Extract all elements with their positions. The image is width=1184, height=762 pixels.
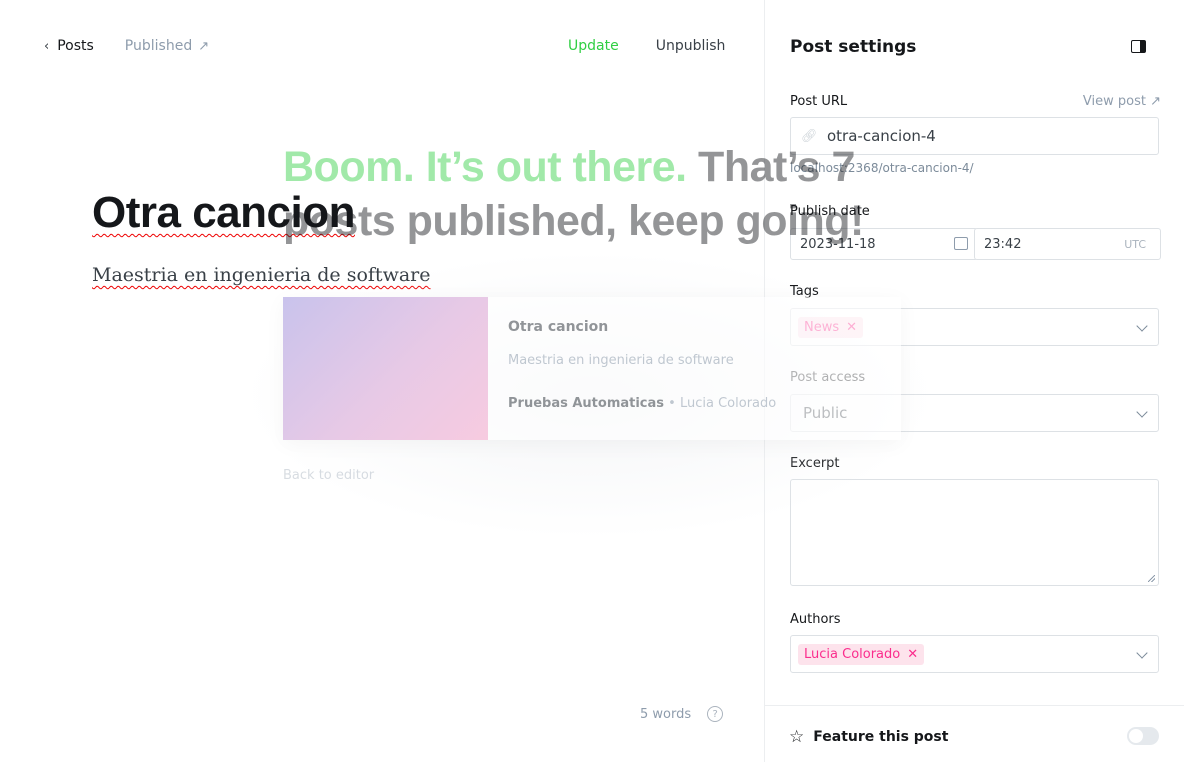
star-icon: ☆ xyxy=(789,727,805,747)
remove-tag-icon[interactable]: ✕ xyxy=(846,320,857,335)
publish-time-input[interactable]: 23:42 UTC xyxy=(974,228,1161,260)
post-title-text: Otra cancion xyxy=(92,188,355,237)
post-url-label: Post URL xyxy=(790,94,848,109)
divider xyxy=(765,705,1184,706)
help-icon[interactable]: ? xyxy=(707,706,724,722)
settings-title: Post settings xyxy=(790,37,917,57)
word-count-label: 5 words xyxy=(640,706,692,722)
link-icon: 🔗︎ xyxy=(801,128,818,144)
feature-post-toggle[interactable] xyxy=(1127,727,1159,745)
publish-time-value: 23:42 xyxy=(984,236,1022,252)
post-url-hint: localhost:2368/otra-cancion-4/ xyxy=(790,161,974,175)
author-token-label: Lucia Colorado xyxy=(804,646,901,662)
editor-topbar-left: ‹ Posts Published ↗ xyxy=(44,38,209,54)
unpublish-button[interactable]: Unpublish xyxy=(656,38,726,54)
chevron-down-icon[interactable] xyxy=(1136,647,1148,659)
editor-area: ‹ Posts Published ↗ Update Unpublish Otr… xyxy=(0,0,764,762)
post-access-value: Public xyxy=(803,404,848,422)
update-button[interactable]: Update xyxy=(568,38,619,54)
remove-author-icon[interactable]: ✕ xyxy=(907,647,918,662)
sidebar-toggle-icon[interactable] xyxy=(1131,40,1146,53)
feature-post-row[interactable]: ☆ Feature this post xyxy=(789,727,948,747)
editor-topbar-right: Update Unpublish xyxy=(568,38,725,54)
post-body-input[interactable]: Maestria en ingenieria de software xyxy=(92,264,430,286)
view-post-label: View post xyxy=(1082,94,1146,109)
publish-date-label: Publish date xyxy=(790,204,870,219)
publish-date-value: 2023-11-18 xyxy=(800,236,876,252)
authors-select[interactable]: Lucia Colorado ✕ xyxy=(790,635,1159,673)
timezone-label: UTC xyxy=(1124,237,1146,251)
post-body-text: Maestria en ingenieria de software xyxy=(92,264,431,286)
authors-label: Authors xyxy=(790,612,841,627)
post-url-input[interactable]: 🔗︎ otra-cancion-4 xyxy=(790,117,1159,155)
post-url-value: otra-cancion-4 xyxy=(827,127,936,145)
published-status-link[interactable]: Published ↗ xyxy=(125,38,209,54)
tag-token-label: News xyxy=(804,319,840,335)
tag-token[interactable]: News ✕ xyxy=(798,316,864,338)
post-access-label: Post access xyxy=(790,370,866,385)
chevron-left-icon: ‹ xyxy=(44,38,50,54)
excerpt-label: Excerpt xyxy=(790,456,840,471)
feature-post-label: Feature this post xyxy=(813,729,949,745)
author-token[interactable]: Lucia Colorado ✕ xyxy=(798,643,925,665)
excerpt-textarea[interactable] xyxy=(790,479,1159,586)
chevron-down-icon[interactable] xyxy=(1136,320,1148,332)
post-title-input[interactable]: Otra cancion xyxy=(92,188,355,238)
external-link-icon: ↗ xyxy=(1150,94,1161,109)
chevron-down-icon[interactable] xyxy=(1136,406,1148,418)
back-label: Posts xyxy=(57,38,94,54)
post-settings-panel: Post settings Post URL View post ↗ 🔗︎ ot… xyxy=(764,0,1184,762)
publish-date-input[interactable]: 2023-11-18 xyxy=(790,228,978,260)
word-count: 5 words ? xyxy=(640,706,724,722)
calendar-icon[interactable] xyxy=(954,237,968,250)
tags-label: Tags xyxy=(790,284,819,299)
resize-handle-icon[interactable] xyxy=(1148,575,1155,582)
back-to-posts-link[interactable]: ‹ Posts xyxy=(44,38,94,54)
view-post-link[interactable]: View post ↗ xyxy=(1083,94,1161,109)
external-link-icon: ↗ xyxy=(198,38,210,54)
tags-select[interactable]: News ✕ xyxy=(790,308,1159,346)
post-access-select[interactable]: Public xyxy=(790,394,1159,432)
status-label: Published xyxy=(124,38,193,54)
